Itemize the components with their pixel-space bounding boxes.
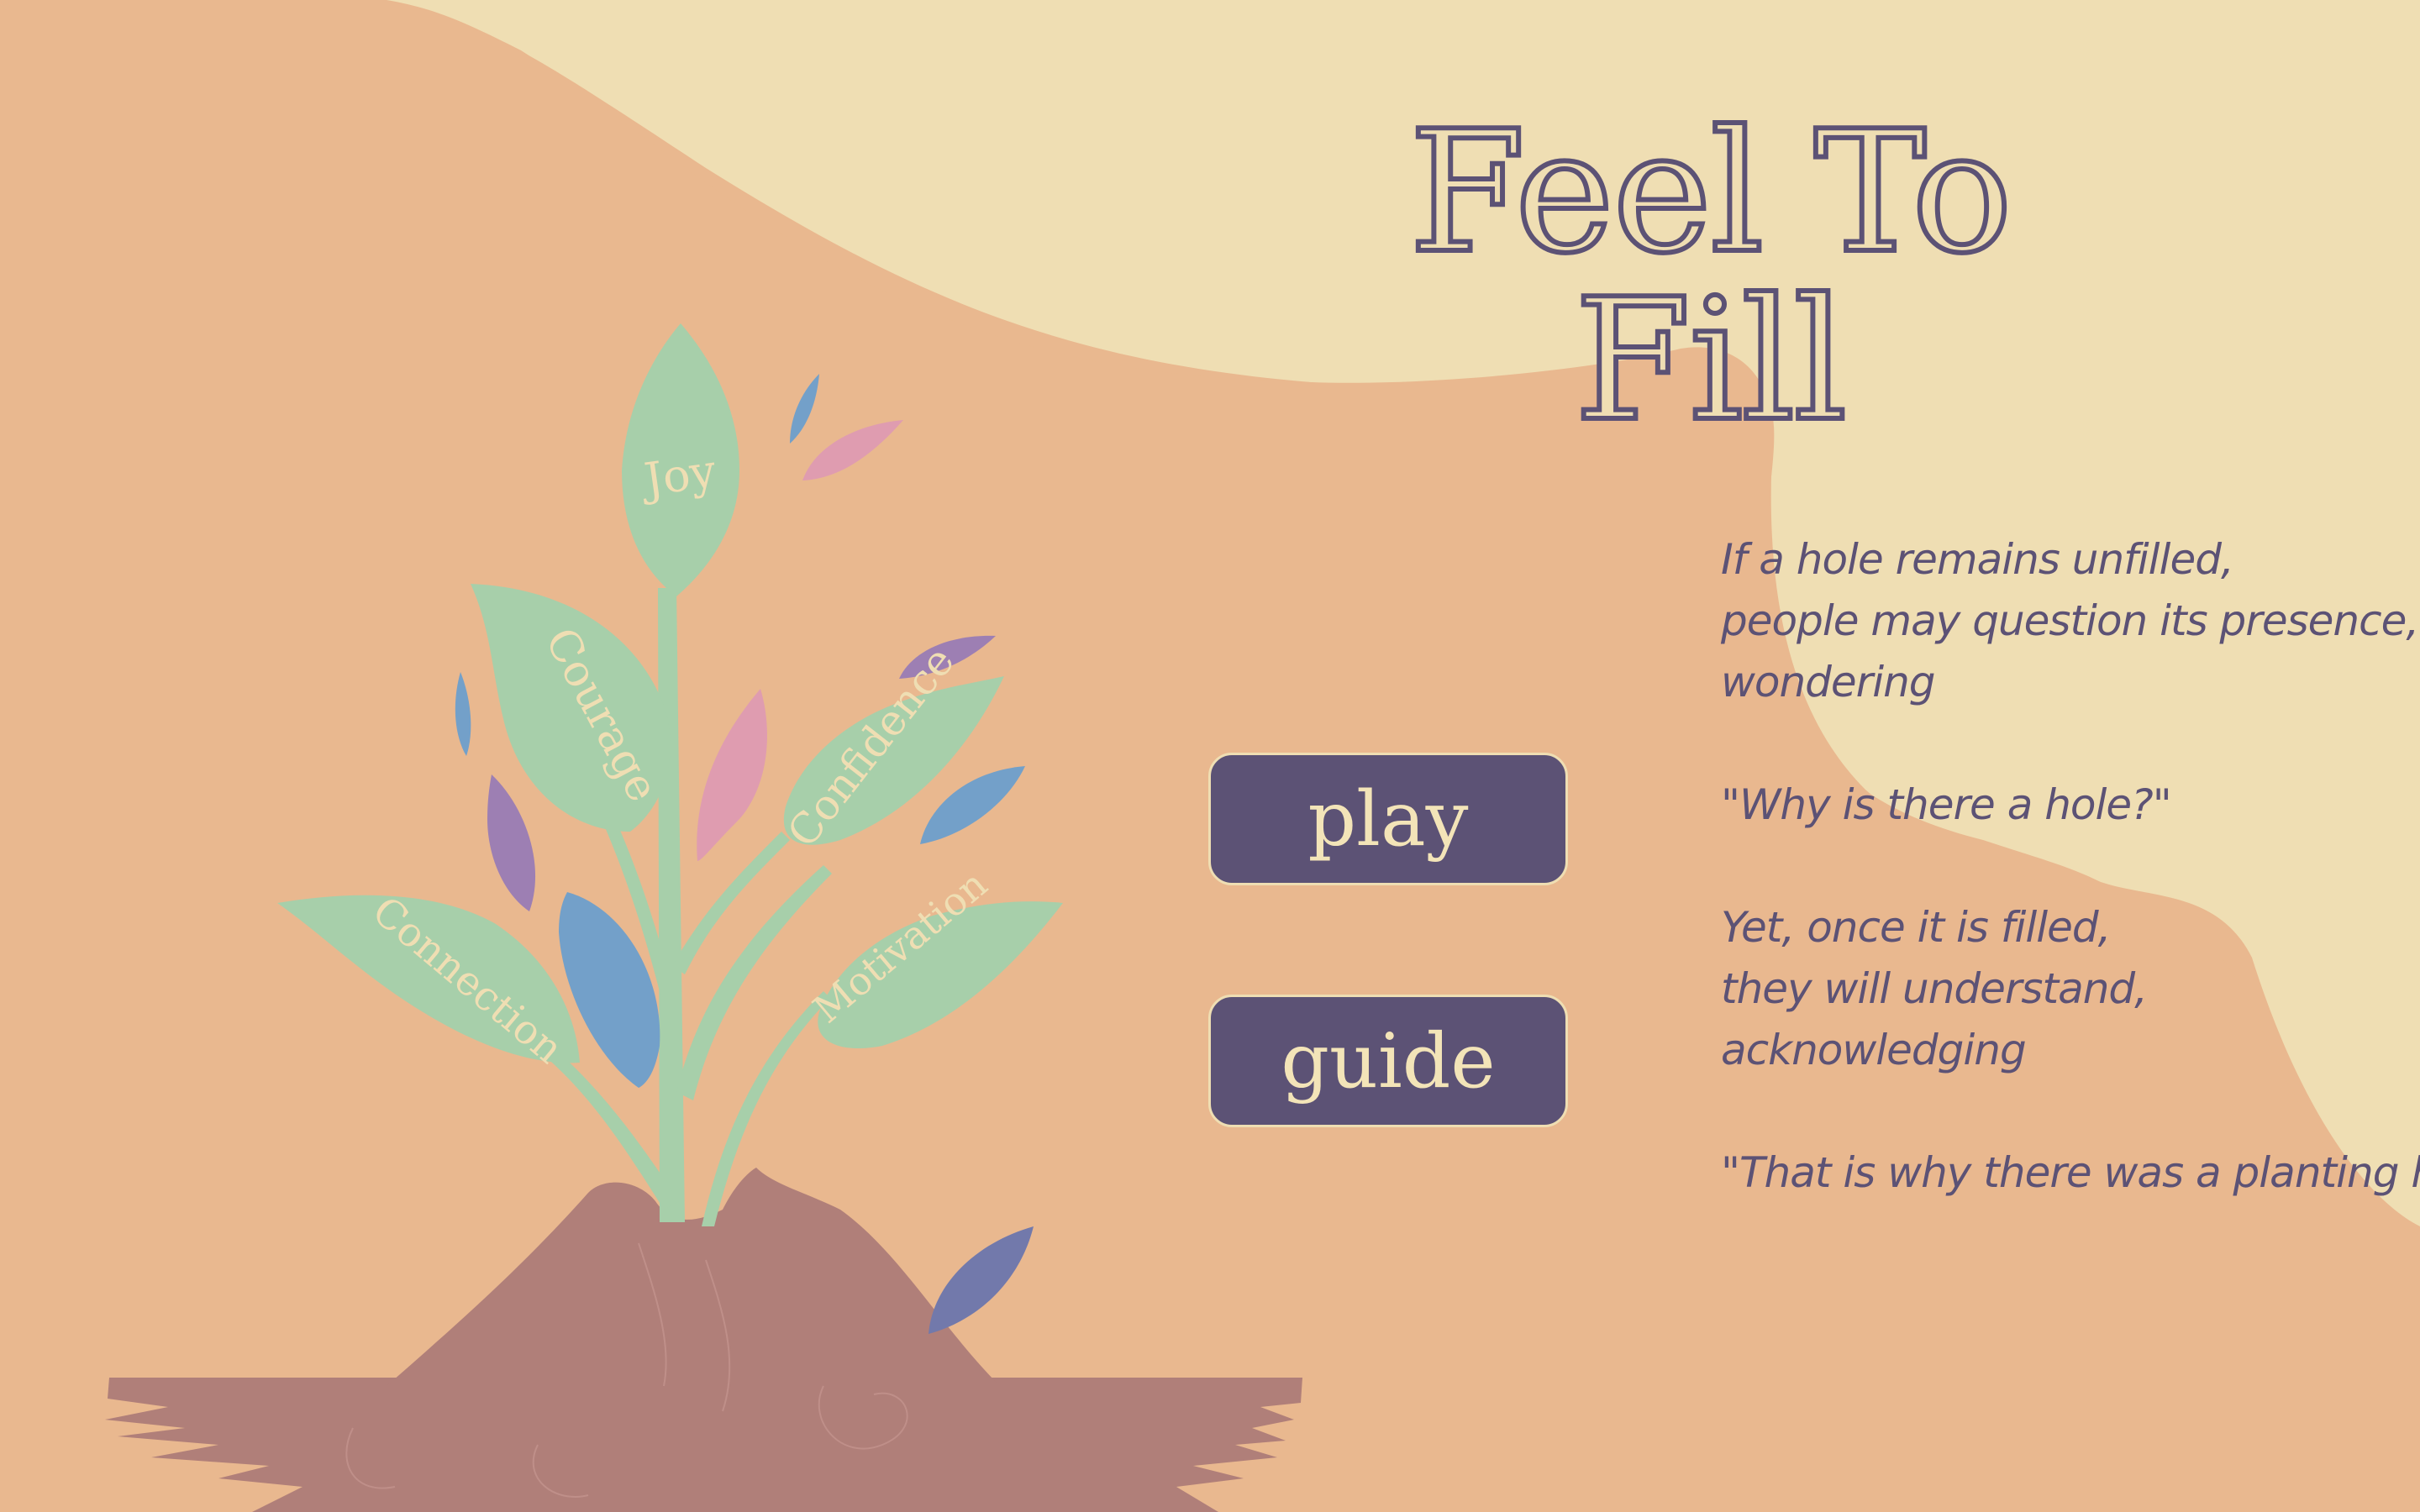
poem-line: acknowledging (1721, 1026, 2027, 1074)
game-title: Feel To Fill (1407, 95, 2015, 459)
poem-line: If a hole remains unfilled, (1721, 535, 2234, 584)
poem-line: people may question its presence, (1721, 596, 2419, 645)
poem-line: "That is why there was a planting hole" (1721, 1148, 2420, 1197)
poem-line: wondering (1721, 658, 1936, 706)
poem-line: Yet, once it is filled, (1721, 903, 2112, 952)
play-button[interactable]: play (1208, 753, 1568, 885)
guide-button[interactable]: guide (1208, 995, 1568, 1127)
poem-line: they will understand, (1721, 964, 2148, 1013)
poem-line: "Why is there a hole?" (1721, 780, 2172, 829)
poem-gap (1721, 713, 2393, 774)
poem-gap (1721, 836, 2393, 897)
poem-text: If a hole remains unfilled, people may q… (1721, 529, 2420, 1204)
poem-gap (1721, 1081, 2393, 1142)
leaf-label-joy: Joy (637, 444, 719, 507)
